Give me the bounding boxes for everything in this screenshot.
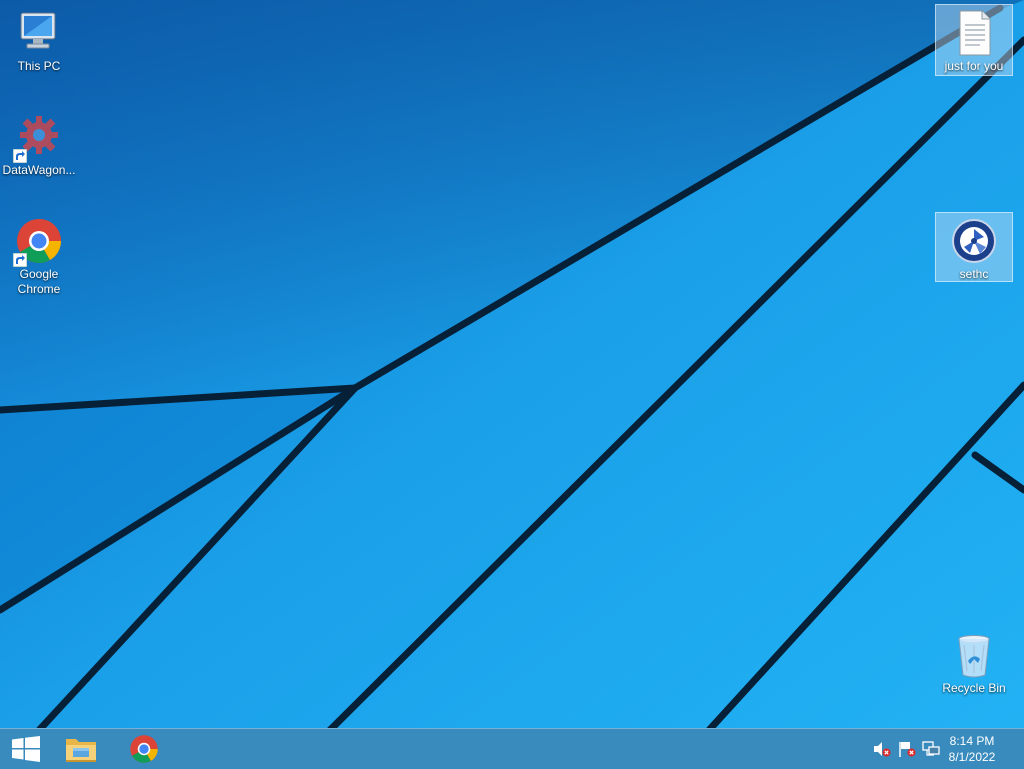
shortcut-arrow-icon bbox=[13, 149, 27, 163]
clock-time: 8:14 PM bbox=[949, 734, 995, 748]
desktop-icon-label: sethc bbox=[959, 267, 989, 281]
taskbar: 8:14 PM 8/1/2022 bbox=[0, 728, 1024, 769]
taskbar-clock[interactable]: 8:14 PM 8/1/2022 bbox=[942, 733, 1002, 765]
network-icon[interactable] bbox=[922, 741, 940, 757]
desktop-icon-just-for-you[interactable]: just for you bbox=[935, 4, 1013, 76]
computer-icon bbox=[15, 9, 63, 57]
desktop-wallpaper bbox=[0, 0, 1024, 728]
text-document-icon bbox=[950, 9, 998, 57]
ease-of-access-icon bbox=[950, 217, 998, 265]
desktop-icon-this-pc[interactable]: This PC bbox=[1, 5, 77, 74]
desktop-icon-datawagon[interactable]: DataWagon... bbox=[1, 109, 77, 178]
desktop-icon-label: Google Chrome bbox=[17, 267, 61, 296]
desktop-icon-label: DataWagon... bbox=[2, 163, 76, 177]
start-button[interactable] bbox=[0, 729, 52, 769]
windows-logo-icon bbox=[12, 736, 40, 762]
gear-icon bbox=[13, 113, 63, 163]
desktop-icon-label: This PC bbox=[17, 59, 61, 73]
chrome-icon bbox=[130, 735, 158, 763]
clock-date: 8/1/2022 bbox=[948, 750, 996, 764]
taskbar-chrome-button[interactable] bbox=[118, 729, 170, 769]
desktop-icon-google-chrome[interactable]: Google Chrome bbox=[1, 213, 77, 297]
volume-muted-icon[interactable] bbox=[873, 741, 891, 757]
taskbar-file-explorer-button[interactable] bbox=[55, 729, 107, 769]
desktop-icon-label: just for you bbox=[944, 59, 1004, 73]
desktop-icon-label: Recycle Bin bbox=[942, 681, 1006, 695]
desktop-icon-sethc[interactable]: sethc bbox=[935, 212, 1013, 282]
chrome-icon bbox=[13, 217, 63, 267]
recycle-bin-icon bbox=[950, 631, 998, 679]
shortcut-arrow-icon bbox=[13, 253, 27, 267]
file-explorer-icon bbox=[66, 739, 96, 762]
action-center-flag-icon[interactable] bbox=[898, 741, 916, 757]
desktop-icon-recycle-bin[interactable]: Recycle Bin bbox=[936, 627, 1012, 696]
